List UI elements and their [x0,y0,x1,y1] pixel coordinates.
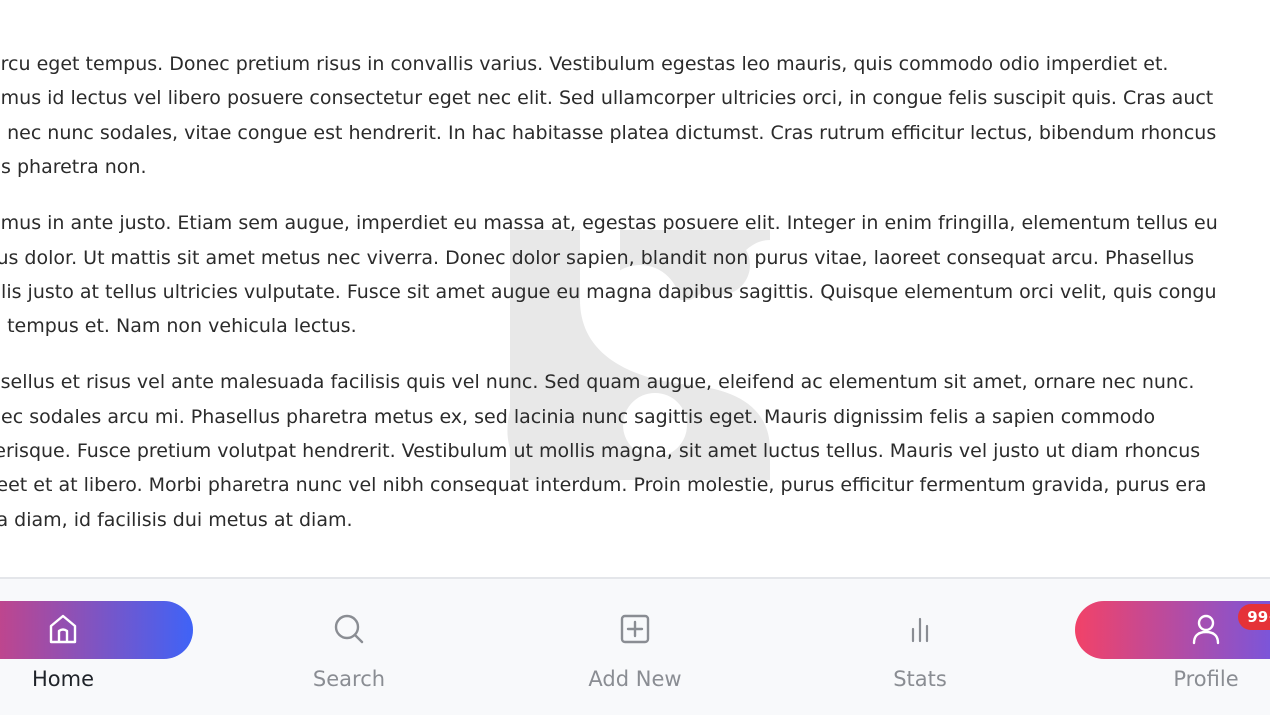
active-pill [0,601,193,659]
text-line: arcu eget tempus. Donec pretium risus in… [0,53,1169,75]
paragraph-1: arcu eget tempus. Donec pretium risus in… [0,47,1270,185]
text-line: lerisque. Fusce pretium volutpat hendrer… [0,440,1201,463]
nav-item-home[interactable]: Home [0,579,193,715]
nav-item-stats[interactable]: Stats [820,579,1020,715]
text-line: asellus et risus vel ante malesuada faci… [0,371,1195,394]
text-line: us pharetra non. [0,156,147,179]
search-icon [334,614,364,644]
article-text: arcu eget tempus. Donec pretium risus in… [0,47,1270,559]
nav-item-add-new[interactable]: Add New [535,579,735,715]
nav-label-search: Search [312,667,386,691]
nav-label-home: Home [31,667,94,691]
nav-label-stats: Stats [893,667,947,691]
text-line: reet et at libero. Morbi pharetra nunc v… [0,474,1207,497]
home-icon [49,614,77,644]
nav-item-search[interactable]: Search [249,579,449,715]
text-line: nec sodales arcu mi. Phasellus pharetra … [0,405,1156,428]
nav-item-profile[interactable]: 99+ Profile [1075,579,1270,715]
paragraph-2: amus in ante justo. Etiam sem augue, imp… [0,206,1270,344]
notification-badge: 99+ [1238,604,1270,630]
text-line: amus in ante justo. Etiam sem augue, imp… [0,212,1218,235]
stats-icon [911,617,929,643]
bottom-navigation-bar: Home Search Add New Stats 99+ [0,577,1270,715]
text-line: ulis justo at tellus ultricies vulputate… [0,280,1217,303]
nav-label-add-new: Add New [588,667,682,691]
text-line: tus dolor. Ut mattis sit amet metus nec … [0,246,1195,269]
text-line: ta diam, id facilisis dui metus at diam. [0,508,353,531]
text-line: n nec nunc sodales, vitae congue est hen… [0,121,1217,144]
add-square-icon [620,614,650,644]
content-area: arcu eget tempus. Donec pretium risus in… [0,0,1270,577]
paragraph-3: asellus et risus vel ante malesuada faci… [0,365,1270,537]
nav-label-profile: Profile [1173,667,1239,691]
user-icon [1192,614,1220,645]
text-line: amus id lectus vel libero posuere consec… [0,87,1214,110]
text-line: n tempus et. Nam non vehicula lectus. [0,315,357,338]
